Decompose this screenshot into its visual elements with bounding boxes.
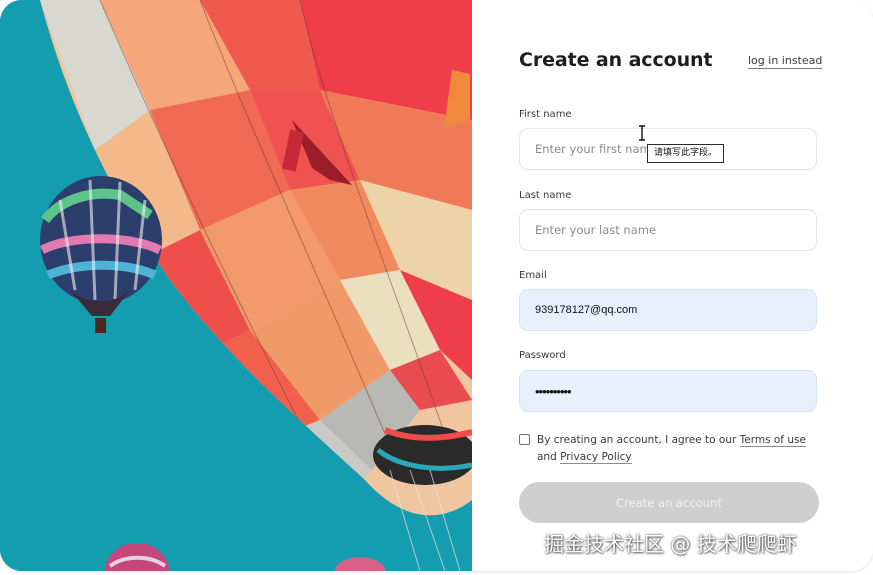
text-cursor-icon — [639, 125, 645, 141]
privacy-policy-link[interactable]: Privacy Policy — [560, 451, 632, 464]
page-title: Create an account — [519, 49, 713, 71]
password-label: Password — [519, 350, 566, 361]
checkbox-icon[interactable] — [519, 434, 530, 445]
hot-air-balloon-photo — [0, 0, 472, 571]
agreement-middle: and — [537, 451, 561, 463]
first-name-label: First name — [519, 109, 572, 120]
login-instead-link[interactable]: log in instead — [748, 54, 823, 69]
signup-form: Create an account log in instead First n… — [472, 0, 873, 571]
create-account-button[interactable]: Create an account — [519, 482, 819, 523]
signup-card: Create an account log in instead First n… — [0, 0, 873, 571]
validation-tooltip: 请填写此字段。 — [647, 144, 725, 163]
balloon-illustration — [0, 0, 472, 571]
email-field[interactable] — [519, 289, 817, 331]
password-field[interactable] — [519, 370, 817, 412]
watermark-text: 掘金技术社区 @ 技术爬爬虾 — [544, 532, 797, 556]
last-name-label: Last name — [519, 190, 572, 201]
agreement-prefix: By creating an account, I agree to our — [537, 434, 740, 446]
last-name-field[interactable] — [519, 209, 817, 251]
email-label: Email — [519, 270, 547, 281]
agreement-text: By creating an account, I agree to our T… — [537, 432, 822, 466]
terms-of-use-link[interactable]: Terms of use — [739, 434, 806, 447]
